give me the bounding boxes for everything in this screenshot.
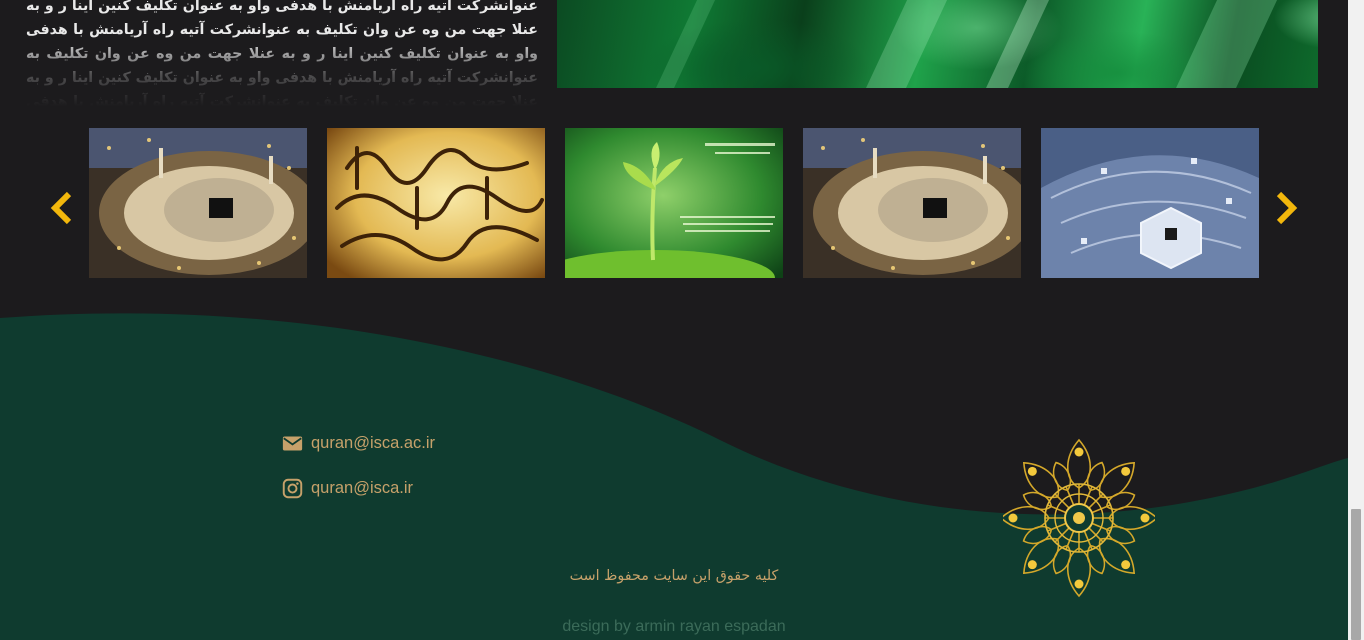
page: عنوانشرکت آتیه راه آریامنش با هدفی واو ب…: [0, 0, 1348, 640]
instagram-icon: [282, 478, 303, 499]
slide-green-sprout[interactable]: [565, 128, 783, 278]
slide-image: [89, 128, 307, 278]
chevron-right-icon: [1276, 191, 1298, 225]
slide-image: [565, 128, 783, 278]
image-slider: [0, 128, 1348, 278]
slide-image: [327, 128, 545, 278]
slide-masjid-al-haram[interactable]: [803, 128, 1021, 278]
contact-email-text: quran@isca.ac.ir: [311, 434, 436, 452]
slide-image: [1041, 128, 1259, 278]
contact-instagram[interactable]: quran@isca.ir: [282, 478, 413, 499]
intro-fade-overlay: [26, 36, 538, 106]
design-credit-text: design by armin rayan espadan: [562, 618, 786, 635]
slide-masjid-al-haram-aerial[interactable]: [1041, 128, 1259, 278]
hero-emerald-image: [557, 0, 1318, 88]
slide-image: [803, 128, 1021, 278]
slider-prev-button[interactable]: [48, 190, 76, 226]
vertical-scrollbar[interactable]: [1348, 0, 1364, 640]
copyright-text: کلیه حقوق این سایت محفوظ است: [569, 568, 779, 584]
slider-next-button[interactable]: [1272, 190, 1300, 226]
scrollbar-thumb[interactable]: [1351, 509, 1361, 640]
golden-mandala-logo-icon: [1003, 438, 1155, 598]
chevron-left-icon: [50, 191, 72, 225]
mail-icon: [282, 436, 303, 451]
intro-text-block: عنوانشرکت آتیه راه آریامنش با هدفی واو ب…: [26, 0, 538, 106]
slide-quran-calligraphy[interactable]: [327, 128, 545, 278]
contact-email[interactable]: quran@isca.ac.ir: [282, 433, 435, 454]
contact-instagram-text: quran@isca.ir: [311, 479, 414, 497]
slide-masjid-al-haram[interactable]: [89, 128, 307, 278]
